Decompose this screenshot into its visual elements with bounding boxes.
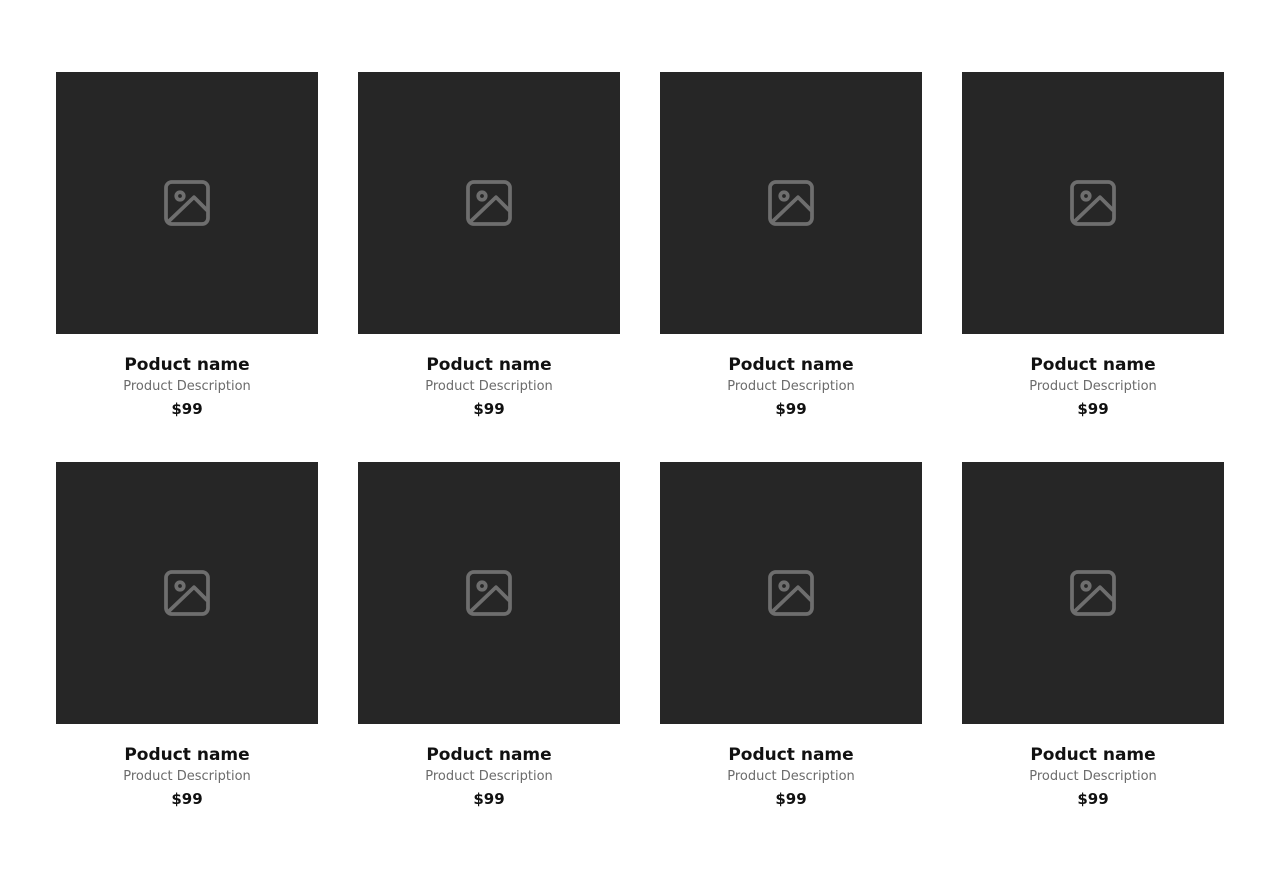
image-placeholder-icon bbox=[1070, 570, 1116, 616]
product-thumbnail[interactable] bbox=[358, 72, 620, 334]
image-placeholder-icon bbox=[466, 570, 512, 616]
product-description: Product Description bbox=[1029, 769, 1157, 784]
product-price: $99 bbox=[1077, 790, 1109, 808]
product-name[interactable]: Poduct name bbox=[124, 744, 249, 766]
product-card[interactable]: Poduct name Product Description $99 bbox=[962, 72, 1224, 424]
product-grid: Poduct name Product Description $99 Podu… bbox=[56, 72, 1224, 814]
product-price: $99 bbox=[775, 790, 807, 808]
image-placeholder-icon bbox=[768, 570, 814, 616]
product-thumbnail[interactable] bbox=[56, 72, 318, 334]
product-price: $99 bbox=[775, 400, 807, 418]
product-thumbnail[interactable] bbox=[358, 462, 620, 724]
product-description: Product Description bbox=[727, 769, 855, 784]
product-name[interactable]: Poduct name bbox=[124, 354, 249, 376]
product-card[interactable]: Poduct name Product Description $99 bbox=[56, 462, 318, 814]
product-description: Product Description bbox=[425, 379, 553, 394]
product-description: Product Description bbox=[123, 769, 251, 784]
product-price: $99 bbox=[1077, 400, 1109, 418]
product-card[interactable]: Poduct name Product Description $99 bbox=[358, 462, 620, 814]
image-placeholder-icon bbox=[466, 180, 512, 226]
product-thumbnail[interactable] bbox=[56, 462, 318, 724]
product-description: Product Description bbox=[425, 769, 553, 784]
product-thumbnail[interactable] bbox=[962, 462, 1224, 724]
product-price: $99 bbox=[171, 400, 203, 418]
product-price: $99 bbox=[473, 790, 505, 808]
image-placeholder-icon bbox=[768, 180, 814, 226]
product-card[interactable]: Poduct name Product Description $99 bbox=[660, 462, 922, 814]
product-thumbnail[interactable] bbox=[660, 462, 922, 724]
product-thumbnail[interactable] bbox=[962, 72, 1224, 334]
product-name[interactable]: Poduct name bbox=[1030, 744, 1155, 766]
product-price: $99 bbox=[473, 400, 505, 418]
product-name[interactable]: Poduct name bbox=[426, 354, 551, 376]
product-description: Product Description bbox=[1029, 379, 1157, 394]
product-card[interactable]: Poduct name Product Description $99 bbox=[962, 462, 1224, 814]
product-description: Product Description bbox=[727, 379, 855, 394]
image-placeholder-icon bbox=[164, 180, 210, 226]
product-name[interactable]: Poduct name bbox=[728, 354, 853, 376]
product-thumbnail[interactable] bbox=[660, 72, 922, 334]
product-card[interactable]: Poduct name Product Description $99 bbox=[660, 72, 922, 424]
product-description: Product Description bbox=[123, 379, 251, 394]
image-placeholder-icon bbox=[164, 570, 210, 616]
product-name[interactable]: Poduct name bbox=[1030, 354, 1155, 376]
image-placeholder-icon bbox=[1070, 180, 1116, 226]
product-card[interactable]: Poduct name Product Description $99 bbox=[56, 72, 318, 424]
product-name[interactable]: Poduct name bbox=[728, 744, 853, 766]
product-card[interactable]: Poduct name Product Description $99 bbox=[358, 72, 620, 424]
product-name[interactable]: Poduct name bbox=[426, 744, 551, 766]
product-price: $99 bbox=[171, 790, 203, 808]
